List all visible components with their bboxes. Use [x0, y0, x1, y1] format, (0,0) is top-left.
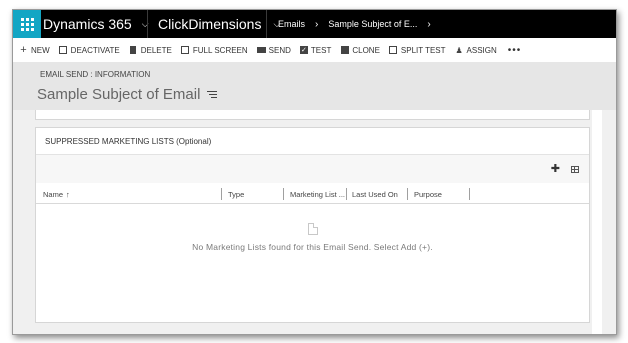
assign-button-label: ASSIGN	[466, 45, 497, 55]
breadcrumb-record[interactable]: Sample Subject of E...	[328, 19, 417, 29]
area-switcher[interactable]: ClickDimensions ⌵	[158, 10, 280, 38]
column-header-marketing-list[interactable]: Marketing List ...	[290, 185, 345, 203]
column-header-name[interactable]: Name ↑	[43, 185, 70, 203]
column-label: Purpose	[414, 189, 442, 199]
checkbox-icon: ✓	[299, 46, 308, 54]
breadcrumb: Emails › Sample Subject of E... ›	[278, 10, 441, 38]
record-title: Sample Subject of Email	[37, 86, 201, 103]
sort-ascending-icon: ↑	[66, 189, 70, 199]
chevron-right-icon[interactable]: ›	[427, 19, 430, 30]
form-menu-icon[interactable]	[207, 89, 218, 100]
delete-button-label: DELETE	[140, 45, 172, 55]
deactivate-icon	[59, 46, 68, 55]
deactivate-button[interactable]: DEACTIVATE	[59, 46, 120, 55]
form-selector-label: EMAIL SEND : INFORMATION	[40, 70, 151, 79]
column-headers: Name ↑ Type Marketing List ... Last Used…	[36, 185, 589, 204]
split-test-button-label: SPLIT TEST	[400, 45, 446, 55]
app-switcher[interactable]: Dynamics 365 ⌵	[43, 10, 149, 38]
form-content: SUPPRESSED MARKETING LISTS (Optional) ✚ …	[13, 110, 616, 334]
section-header: SUPPRESSED MARKETING LISTS (Optional)	[36, 128, 589, 155]
column-label: Last Used On	[352, 189, 398, 199]
column-label: Name	[43, 189, 64, 199]
column-header-last-used-on[interactable]: Last Used On	[352, 185, 398, 203]
clone-icon	[340, 46, 349, 55]
top-navigation-bar: Dynamics 365 ⌵ ClickDimensions ⌵ Emails …	[13, 10, 616, 38]
grid-view-icon[interactable]	[571, 166, 579, 173]
crm-window: Dynamics 365 ⌵ ClickDimensions ⌵ Emails …	[12, 9, 617, 335]
previous-section-edge	[35, 110, 590, 120]
page-title: Sample Subject of Email	[37, 86, 218, 103]
clone-button-label: CLONE	[352, 45, 380, 55]
send-button-label: SEND	[268, 45, 291, 55]
new-button[interactable]: + NEW	[19, 44, 50, 56]
waffle-icon	[20, 17, 34, 31]
app-launcher-button[interactable]	[13, 10, 41, 38]
test-button-label: TEST	[310, 45, 332, 55]
section-title: SUPPRESSED MARKETING LISTS (Optional)	[45, 137, 212, 146]
ellipsis-icon: •••	[507, 44, 522, 56]
full-screen-button-label: FULL SCREEN	[192, 45, 248, 55]
more-commands-button[interactable]: •••	[508, 45, 522, 56]
subgrid-toolbar: ✚	[36, 155, 589, 183]
split-icon	[389, 46, 398, 55]
suppressed-marketing-lists-section: SUPPRESSED MARKETING LISTS (Optional) ✚ …	[35, 127, 590, 323]
add-record-icon[interactable]: ✚	[551, 164, 560, 175]
column-label: Type	[228, 189, 245, 199]
split-test-button[interactable]: SPLIT TEST	[389, 46, 446, 55]
assign-icon: ♟	[455, 45, 463, 55]
column-header-type[interactable]: Type	[228, 185, 244, 203]
command-bar: + NEW DEACTIVATE DELETE FULL SCREEN SEND…	[13, 38, 616, 62]
test-button[interactable]: ✓ TEST	[299, 45, 332, 55]
area-name: ClickDimensions	[158, 16, 262, 32]
record-header: EMAIL SEND : INFORMATION Sample Subject …	[13, 62, 616, 110]
envelope-icon	[256, 46, 266, 55]
vertical-scrollbar[interactable]	[592, 110, 602, 334]
trash-icon	[129, 46, 138, 55]
breadcrumb-emails[interactable]: Emails	[278, 19, 305, 29]
chevron-right-icon: ›	[315, 18, 319, 30]
clone-button[interactable]: CLONE	[340, 46, 380, 55]
fullscreen-icon	[181, 46, 190, 55]
assign-button[interactable]: ♟ ASSIGN	[455, 45, 497, 55]
full-screen-button[interactable]: FULL SCREEN	[181, 46, 248, 55]
deactivate-button-label: DEACTIVATE	[70, 45, 120, 55]
column-header-purpose[interactable]: Purpose	[414, 185, 442, 203]
nav-divider	[147, 10, 148, 38]
send-button[interactable]: SEND	[256, 45, 291, 55]
plus-icon: +	[20, 44, 27, 56]
column-label: Marketing List ...	[290, 189, 346, 199]
empty-grid-message: No Marketing Lists found for this Email …	[192, 242, 433, 252]
document-icon	[308, 223, 318, 235]
app-name: Dynamics 365	[43, 16, 132, 32]
new-button-label: NEW	[31, 45, 50, 55]
delete-button[interactable]: DELETE	[129, 46, 172, 55]
nav-divider	[266, 10, 267, 38]
